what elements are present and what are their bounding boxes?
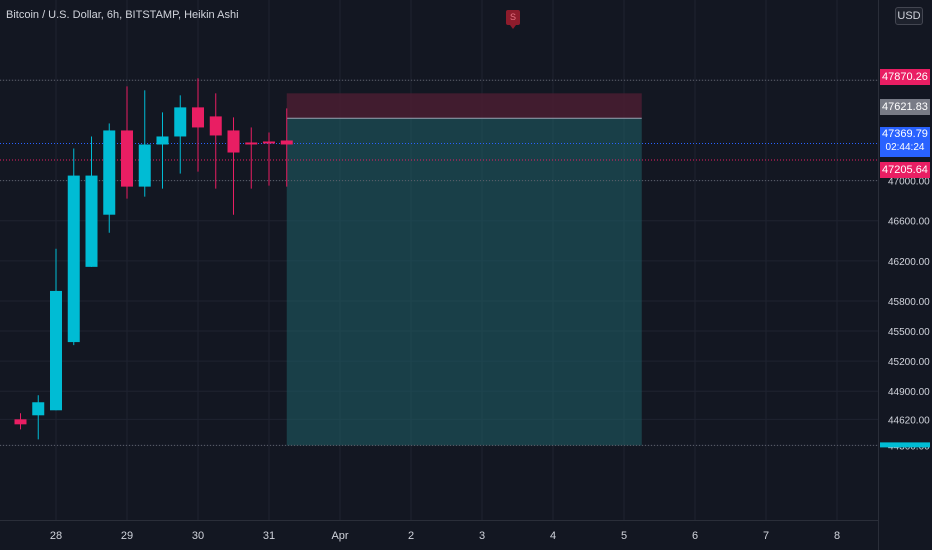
candle-body (263, 141, 275, 144)
chart-title: Bitcoin / U.S. Dollar, 6h, BITSTAMP, Hei… (6, 9, 239, 21)
candle-body (103, 130, 116, 215)
time-tick-label: 28 (50, 530, 62, 542)
price-tick-label: 44620.00 (888, 415, 930, 426)
candle-body (192, 107, 204, 128)
time-tick-label: Apr (331, 530, 348, 542)
candle-body (85, 175, 98, 267)
time-tick-label: 7 (763, 530, 769, 542)
chart-area[interactable]: 48000.0047000.0046600.0046200.0045800.00… (0, 0, 932, 550)
countdown-timer: 02:44:24 (885, 142, 925, 153)
candle-body (67, 175, 80, 343)
price-tick-label: 47000.00 (888, 177, 930, 188)
price-tick-label: 45800.00 (888, 297, 930, 308)
candle-body (280, 140, 293, 145)
candle-body (32, 402, 45, 416)
stop-loss-price-label: 47870.26 (880, 69, 930, 85)
time-tick-label: 3 (479, 530, 485, 542)
candle-body (209, 116, 222, 136)
price-tick-label: 45200.00 (888, 357, 930, 368)
candle-body (121, 130, 133, 187)
time-tick-label: 5 (621, 530, 627, 542)
last-price-label: 47369.79 02:44:24 (880, 127, 930, 157)
last-price-value: 47369.79 (882, 128, 928, 140)
currency-selector[interactable]: USD (895, 7, 923, 25)
stop-loss-zone (286, 93, 642, 119)
level-price-label: 47205.64 (880, 162, 930, 178)
candle-body (174, 107, 187, 137)
time-tick-label: 2 (408, 530, 414, 542)
candle-body (50, 290, 62, 411)
entry-price-label: 47621.83 (880, 99, 930, 115)
sell-signal-flag[interactable]: S (506, 10, 520, 29)
time-tick-label: 8 (834, 530, 840, 542)
candle-body (245, 142, 258, 145)
target-price-marker (880, 442, 930, 448)
take-profit-zone (286, 118, 642, 446)
position-zones (286, 93, 642, 446)
time-tick-label: 29 (121, 530, 133, 542)
price-tick-label: 44900.00 (888, 387, 930, 398)
price-tick-label: 46600.00 (888, 217, 930, 228)
time-tick-label: 6 (692, 530, 698, 542)
time-tick-label: 4 (550, 530, 556, 542)
time-tick-label: 30 (192, 530, 204, 542)
price-tick-label: 46200.00 (888, 257, 930, 268)
candle-body (156, 136, 169, 145)
price-tick-label: 45500.00 (888, 327, 930, 338)
time-tick-label: 31 (263, 530, 275, 542)
candle-body (14, 419, 27, 425)
candle-body (138, 144, 151, 187)
candle-body (227, 130, 240, 153)
